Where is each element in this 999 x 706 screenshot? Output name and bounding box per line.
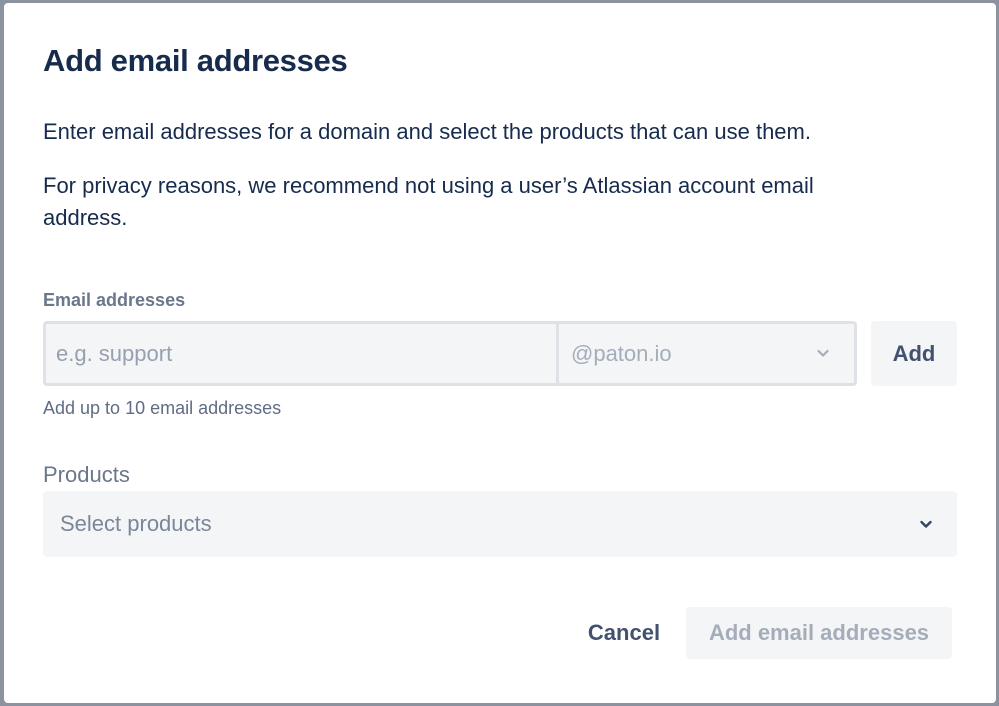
- add-email-addresses-dialog: Add email addresses Enter email addresse…: [4, 3, 996, 703]
- chevron-down-icon: [920, 520, 932, 528]
- privacy-note: For privacy reasons, we recommend not us…: [43, 173, 814, 230]
- email-helper-text: Add up to 10 email addresses: [43, 398, 282, 418]
- cancel-button[interactable]: Cancel: [570, 607, 678, 659]
- chevron-down-icon: [817, 349, 829, 357]
- email-address-field-group: @paton.io: [43, 321, 857, 386]
- email-addresses-label: Email addresses: [43, 290, 186, 310]
- add-email-addresses-button[interactable]: Add email addresses: [686, 607, 952, 659]
- add-email-button[interactable]: Add: [871, 321, 957, 386]
- products-select-placeholder: Select products: [60, 511, 212, 536]
- dialog-title: Add email addresses: [43, 43, 348, 78]
- email-local-part-input[interactable]: [46, 324, 559, 383]
- products-select[interactable]: Select products: [43, 491, 957, 557]
- dialog-description: Enter email addresses for a domain and s…: [43, 119, 811, 144]
- products-label: Products: [43, 462, 130, 487]
- domain-select[interactable]: @paton.io: [559, 324, 854, 383]
- domain-select-value: @paton.io: [571, 340, 672, 366]
